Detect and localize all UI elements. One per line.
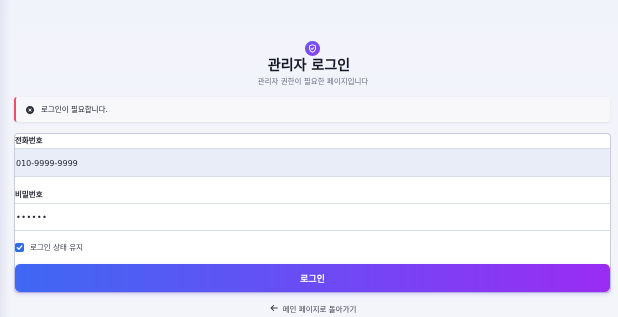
- alert-banner: 로그인이 필요합니다.: [14, 97, 610, 122]
- background-shade: [0, 0, 10, 317]
- password-field[interactable]: ••••••: [15, 203, 610, 231]
- password-label: 비밀번호: [15, 190, 43, 199]
- remember-me-toggle[interactable]: 로그인 상태 유지: [15, 242, 83, 253]
- back-to-main-link[interactable]: 메인 페이지로 돌아가기: [0, 304, 618, 315]
- shield-check-icon: [305, 41, 320, 56]
- alert-message: 로그인이 필요합니다.: [41, 105, 108, 114]
- login-button[interactable]: 로그인: [15, 264, 610, 292]
- page-subtitle: 관리자 권한이 필요한 페이지입니다: [257, 77, 369, 86]
- arrow-left-icon: [270, 304, 278, 315]
- alert-circle-icon: [26, 105, 34, 114]
- page-title: 관리자 로그인: [267, 58, 351, 74]
- phone-label: 전화번호: [15, 136, 43, 145]
- remember-me-checkbox[interactable]: [15, 243, 24, 252]
- back-link-label: 메인 페이지로 돌아가기: [282, 305, 357, 314]
- phone-field[interactable]: 010-9999-9999: [15, 148, 610, 177]
- remember-me-label: 로그인 상태 유지: [30, 243, 84, 252]
